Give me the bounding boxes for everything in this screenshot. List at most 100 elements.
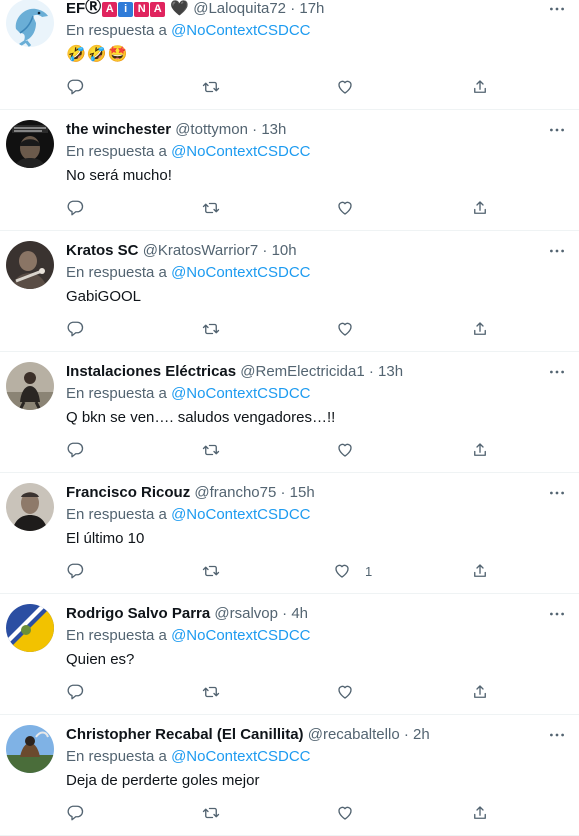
mention-link[interactable]: @NoContextCSDCC	[171, 22, 310, 39]
reply-button[interactable]	[66, 318, 84, 340]
display-name[interactable]: Instalaciones Eléctricas	[66, 363, 236, 380]
avatar[interactable]	[6, 725, 54, 773]
reply-button[interactable]	[66, 802, 84, 824]
more-options-button[interactable]	[543, 362, 571, 382]
share-button[interactable]	[471, 439, 489, 461]
heart-icon	[335, 564, 349, 578]
mention-link[interactable]: @NoContextCSDCC	[171, 748, 310, 765]
retweet-button[interactable]	[202, 560, 220, 582]
more-options-button[interactable]	[543, 483, 571, 503]
share-button[interactable]	[471, 560, 489, 582]
display-name[interactable]: EFⓇ Ai N A 🖤	[66, 0, 189, 17]
like-button[interactable]	[336, 318, 368, 340]
tweet-actions	[0, 439, 579, 461]
retweet-button[interactable]	[202, 439, 220, 461]
share-icon	[474, 806, 486, 819]
share-button[interactable]	[471, 681, 489, 703]
share-button[interactable]	[471, 197, 489, 219]
tweet-header: Instalaciones Eléctricas @RemElectricida…	[66, 362, 531, 382]
reply-button[interactable]	[66, 76, 84, 98]
user-handle[interactable]: @tottymon	[175, 121, 248, 138]
tweet[interactable]: Francisco Ricouz @francho75 · 15h En res…	[0, 473, 579, 594]
more-options-button[interactable]	[543, 725, 571, 745]
more-options-button[interactable]	[543, 241, 571, 261]
separator-dot: ·	[252, 121, 258, 138]
retweet-button[interactable]	[202, 318, 220, 340]
tweet[interactable]: Instalaciones Eléctricas @RemElectricida…	[0, 352, 579, 473]
share-button[interactable]	[471, 76, 489, 98]
more-icon	[550, 370, 564, 374]
display-name[interactable]: the winchester	[66, 121, 171, 138]
like-button[interactable]	[336, 802, 368, 824]
display-name[interactable]: Rodrigo Salvo Parra	[66, 605, 210, 622]
timestamp[interactable]: 17h	[299, 0, 324, 17]
avatar[interactable]	[6, 120, 54, 168]
timestamp[interactable]: 10h	[272, 242, 297, 259]
more-options-button[interactable]	[543, 120, 571, 140]
more-options-button[interactable]	[543, 0, 571, 19]
mention-link[interactable]: @NoContextCSDCC	[171, 264, 310, 281]
mention-link[interactable]: @NoContextCSDCC	[171, 627, 310, 644]
mention-link[interactable]: @NoContextCSDCC	[171, 506, 310, 523]
reply-icon	[67, 442, 84, 458]
timestamp[interactable]: 2h	[413, 726, 430, 743]
timestamp[interactable]: 13h	[378, 363, 403, 380]
avatar[interactable]	[6, 0, 54, 47]
retweet-icon	[202, 565, 220, 577]
reply-icon	[67, 79, 84, 95]
like-button[interactable]: 1	[333, 560, 372, 582]
timestamp[interactable]: 4h	[291, 605, 308, 622]
user-handle[interactable]: @rsalvop	[214, 605, 278, 622]
separator-dot: ·	[368, 363, 374, 380]
more-options-button[interactable]	[543, 604, 571, 624]
display-name[interactable]: Christopher Recabal (El Canillita)	[66, 726, 304, 743]
like-button[interactable]	[336, 76, 368, 98]
like-button[interactable]	[336, 439, 368, 461]
share-button[interactable]	[471, 318, 489, 340]
tweet[interactable]: Kratos SC @KratosWarrior7 · 10h En respu…	[0, 231, 579, 352]
share-button[interactable]	[471, 802, 489, 824]
tweet-text: Deja de perderte goles mejor	[66, 772, 260, 789]
retweet-icon	[202, 81, 220, 93]
share-icon	[474, 685, 486, 698]
reply-icon	[67, 200, 84, 216]
heart-icon	[338, 201, 352, 215]
timestamp[interactable]: 15h	[290, 484, 315, 501]
avatar[interactable]	[6, 483, 54, 531]
reply-context: En respuesta a @NoContextCSDCC	[66, 748, 311, 765]
avatar[interactable]	[6, 362, 54, 410]
user-handle[interactable]: @KratosWarrior7	[143, 242, 259, 259]
user-handle[interactable]: @Laloquita72	[193, 0, 286, 17]
tweet[interactable]: EFⓇ Ai N A 🖤 @Laloquita72 · 17h En respuest…	[0, 0, 579, 110]
reply-context: En respuesta a @NoContextCSDCC	[66, 506, 311, 523]
display-name[interactable]: Kratos SC	[66, 242, 139, 259]
display-name[interactable]: Francisco Ricouz	[66, 484, 190, 501]
tweet[interactable]: Christopher Recabal (El Canillita) @reca…	[0, 715, 579, 836]
mention-link[interactable]: @NoContextCSDCC	[171, 143, 310, 160]
retweet-button[interactable]	[202, 681, 220, 703]
user-handle[interactable]: @RemElectricida1	[240, 363, 364, 380]
tweet[interactable]: Rodrigo Salvo Parra @rsalvop · 4h En res…	[0, 594, 579, 715]
like-button[interactable]	[336, 197, 368, 219]
heart-icon	[338, 443, 352, 457]
share-icon	[474, 80, 486, 93]
avatar[interactable]	[6, 241, 54, 289]
user-handle[interactable]: @recabaltello	[308, 726, 400, 743]
tweet-header: Rodrigo Salvo Parra @rsalvop · 4h	[66, 604, 531, 624]
timestamp[interactable]: 13h	[261, 121, 286, 138]
retweet-button[interactable]	[202, 76, 220, 98]
user-handle[interactable]: @francho75	[194, 484, 276, 501]
more-icon	[550, 491, 564, 495]
reply-button[interactable]	[66, 439, 84, 461]
like-button[interactable]	[336, 681, 368, 703]
reply-button[interactable]	[66, 681, 84, 703]
avatar[interactable]	[6, 604, 54, 652]
reply-button[interactable]	[66, 560, 84, 582]
retweet-button[interactable]	[202, 197, 220, 219]
reply-button[interactable]	[66, 197, 84, 219]
more-icon	[550, 612, 564, 616]
mention-link[interactable]: @NoContextCSDCC	[171, 385, 310, 402]
reply-context: En respuesta a @NoContextCSDCC	[66, 264, 311, 281]
tweet[interactable]: the winchester @tottymon · 13h En respue…	[0, 110, 579, 231]
retweet-button[interactable]	[202, 802, 220, 824]
